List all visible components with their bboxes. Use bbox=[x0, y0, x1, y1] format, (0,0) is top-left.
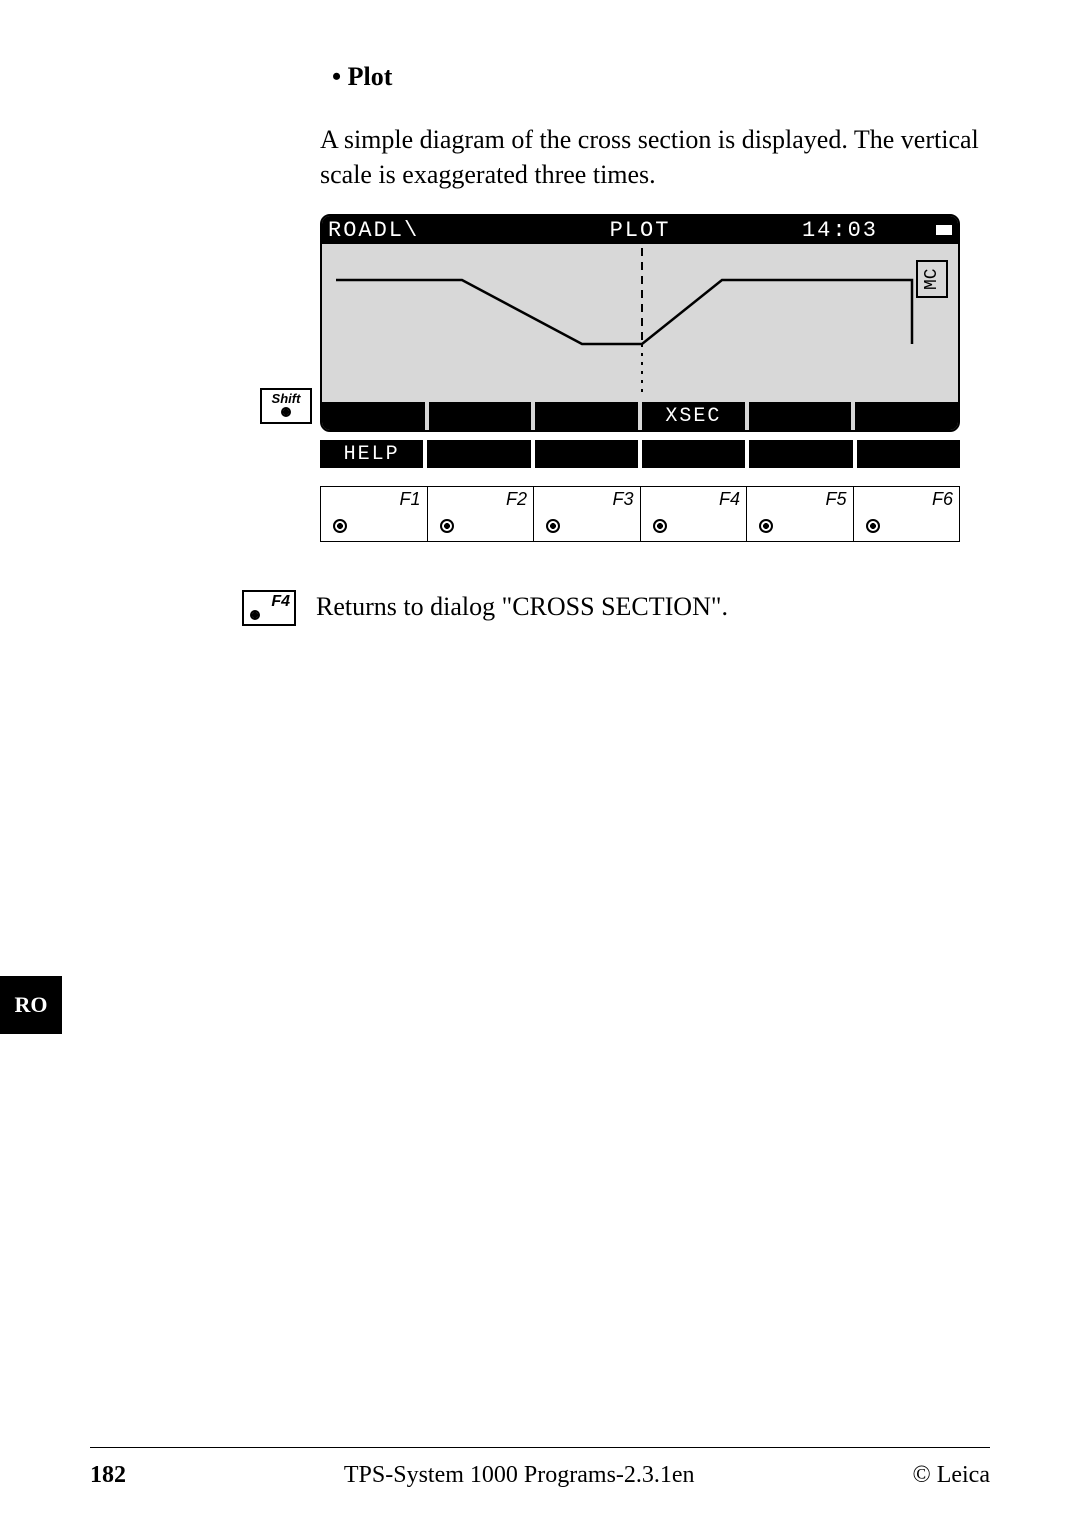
fkey-f2[interactable]: F2 bbox=[428, 487, 535, 541]
fkey-f6[interactable]: F6 bbox=[854, 487, 960, 541]
page-footer: 182 TPS-System 1000 Programs-2.3.1en © L… bbox=[90, 1447, 990, 1489]
footer-right: © Leica bbox=[912, 1462, 990, 1489]
screen-titlebar: ROADL\ PLOT 14:03 bbox=[322, 216, 958, 244]
softkey-row-2: HELP bbox=[320, 440, 960, 468]
softkey-2-6[interactable] bbox=[857, 440, 960, 468]
fkey-f6-label: F6 bbox=[932, 489, 953, 510]
fkey-f3[interactable]: F3 bbox=[534, 487, 641, 541]
fkey-legend-row: F1 F2 F3 F4 F5 F6 bbox=[320, 486, 960, 542]
footer-page-number: 182 bbox=[90, 1462, 126, 1489]
softkey-1-2[interactable] bbox=[429, 402, 536, 430]
fkey-dot-icon bbox=[866, 519, 880, 533]
fkey-dot-icon bbox=[653, 519, 667, 533]
softkey-1-1[interactable] bbox=[322, 402, 429, 430]
mc-badge: MC bbox=[916, 260, 948, 298]
softkey-1-6[interactable] bbox=[855, 402, 958, 430]
fkey-f4-label: F4 bbox=[719, 489, 740, 510]
titlebar-center: PLOT bbox=[610, 218, 671, 243]
fkey-f5[interactable]: F5 bbox=[747, 487, 854, 541]
fkey-dot-icon bbox=[333, 519, 347, 533]
softkey-row-1: XSEC bbox=[322, 402, 958, 430]
section-heading: Plot bbox=[320, 62, 1010, 92]
fkey-dot-icon bbox=[759, 519, 773, 533]
footnote-text: Returns to dialog "CROSS SECTION". bbox=[316, 590, 728, 622]
softkey-2-3[interactable] bbox=[535, 440, 638, 468]
fkey-f1[interactable]: F1 bbox=[321, 487, 428, 541]
fkey-f4[interactable]: F4 bbox=[641, 487, 748, 541]
softkey-2-4[interactable] bbox=[642, 440, 745, 468]
shift-key-graphic: Shift bbox=[260, 388, 312, 424]
shift-key-label: Shift bbox=[272, 391, 301, 406]
shift-key-dot-icon bbox=[281, 407, 291, 417]
plot-area: MC bbox=[322, 244, 958, 402]
footnote: F4 Returns to dialog "CROSS SECTION". bbox=[242, 590, 1010, 626]
titlebar-left: ROADL\ bbox=[328, 218, 419, 243]
fkey-f5-label: F5 bbox=[825, 489, 846, 510]
fkey-dot-icon bbox=[546, 519, 560, 533]
softkey-2-2[interactable] bbox=[427, 440, 530, 468]
fkey-f2-label: F2 bbox=[506, 489, 527, 510]
softkey-1-3[interactable] bbox=[535, 402, 642, 430]
device-screen: ROADL\ PLOT 14:03 MC bbox=[320, 214, 960, 432]
footnote-key-dot-icon bbox=[250, 610, 260, 620]
footnote-key-label: F4 bbox=[271, 593, 290, 611]
titlebar-time: 14:03 bbox=[802, 218, 878, 243]
footnote-key-f4: F4 bbox=[242, 590, 296, 626]
cross-section-diagram bbox=[322, 244, 960, 402]
softkey-2-5[interactable] bbox=[749, 440, 852, 468]
softkey-1-5[interactable] bbox=[749, 402, 856, 430]
softkey-1-4-xsec[interactable]: XSEC bbox=[642, 402, 749, 430]
side-tab-ro: RO bbox=[0, 976, 62, 1034]
fkey-f3-label: F3 bbox=[612, 489, 633, 510]
titlebar-battery-icon bbox=[936, 225, 952, 235]
fkey-f1-label: F1 bbox=[399, 489, 420, 510]
footer-center: TPS-System 1000 Programs-2.3.1en bbox=[344, 1462, 695, 1489]
section-paragraph: A simple diagram of the cross section is… bbox=[320, 122, 1010, 192]
fkey-dot-icon bbox=[440, 519, 454, 533]
softkey-2-1-help[interactable]: HELP bbox=[320, 440, 423, 468]
